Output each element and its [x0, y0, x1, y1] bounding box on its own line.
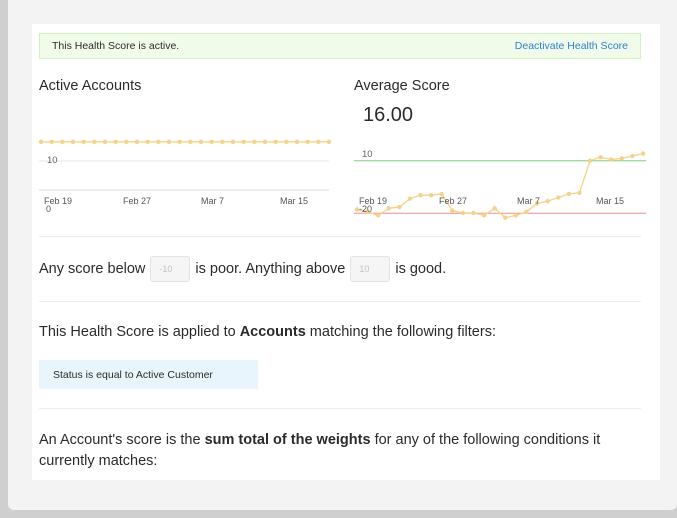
conditions-bold: sum total of the weights: [204, 432, 371, 448]
data-point: [252, 139, 257, 144]
average-score-chart: 10 Feb 19 Feb 27 Mar 7 Mar 15 -20: [354, 149, 646, 220]
divider: [39, 301, 641, 302]
deactivate-button[interactable]: Deactivate Health Score: [515, 40, 628, 52]
filters-intro-pre: This Health Score is applied to: [39, 324, 236, 340]
filter-item-label: Status is equal to Active Customer: [53, 368, 213, 381]
average-score-title: Average Score: [354, 78, 450, 94]
x-tick-label: Feb 27: [439, 196, 467, 206]
active-notice: This Health Score is active. Deactivate …: [39, 33, 641, 59]
data-point: [177, 139, 182, 144]
data-point: [587, 158, 593, 163]
data-point: [81, 139, 86, 144]
ref-line-label: 10: [362, 149, 373, 160]
data-point: [375, 213, 381, 218]
threshold-sentence: Any score below -10 is poor. Anything ab…: [39, 256, 446, 282]
x-tick-label: Mar 7: [517, 196, 540, 206]
data-point: [428, 192, 434, 198]
data-point: [386, 206, 391, 211]
data-point: [241, 139, 246, 144]
divider: [39, 236, 641, 237]
data-point: [481, 213, 487, 218]
data-point: [220, 139, 225, 144]
data-point: [60, 139, 65, 144]
threshold-prefix: Any score below: [39, 261, 146, 277]
divider: [39, 408, 641, 409]
data-point: [640, 151, 646, 156]
data-point: [38, 139, 44, 144]
data-point: [316, 139, 321, 144]
data-point: [503, 215, 508, 220]
data-point: [134, 139, 140, 144]
data-point: [407, 196, 413, 201]
data-point: [70, 139, 76, 144]
active-accounts-title: Active Accounts: [39, 78, 142, 94]
data-point: [492, 206, 497, 211]
data-point: [545, 198, 550, 204]
ref-line-label: 10: [47, 155, 58, 166]
filters-entity: Accounts: [239, 324, 306, 340]
x-tick-label: Mar 15: [280, 196, 308, 206]
data-point: [156, 139, 161, 144]
poor-threshold-input[interactable]: -10: [150, 256, 191, 282]
y-floor-label: 0: [46, 204, 51, 214]
notice-message: This Health Score is active.: [52, 40, 180, 52]
data-point: [577, 190, 582, 196]
data-point: [630, 153, 635, 159]
conditions-intro: An Account's score is the sum total of t…: [39, 430, 649, 472]
x-tick-label: Feb 27: [123, 196, 151, 206]
data-point: [326, 139, 332, 144]
data-point: [471, 210, 476, 216]
data-point: [209, 139, 214, 144]
filter-item[interactable]: Status is equal to Active Customer: [39, 360, 258, 389]
data-point: [524, 209, 529, 215]
data-point: [513, 213, 519, 218]
data-point: [145, 139, 150, 144]
data-point: [166, 139, 172, 144]
data-point: [124, 139, 129, 144]
conditions-pre: An Account's score is the: [39, 432, 201, 448]
data-point: [450, 208, 455, 213]
data-point: [598, 154, 603, 160]
data-point: [566, 191, 572, 197]
data-point: [619, 156, 625, 161]
threshold-suffix: is good.: [395, 261, 447, 277]
data-point: [102, 139, 108, 144]
data-point: [305, 139, 310, 144]
data-point: [284, 139, 289, 144]
x-tick-label: Mar 7: [201, 196, 224, 206]
data-point: [188, 139, 193, 144]
data-point: [262, 139, 268, 144]
data-point: [113, 139, 118, 144]
active-accounts-chart: 10 Feb 19 Feb 27 Mar 7 Mar 15 0: [38, 139, 332, 214]
data-point: [49, 139, 54, 144]
data-point: [609, 157, 614, 162]
page-container: This Health Score is active. Deactivate …: [8, 0, 677, 510]
data-point: [397, 204, 402, 210]
data-point: [294, 139, 300, 144]
threshold-middle: is poor. Anything above: [195, 261, 346, 277]
data-point: [273, 139, 278, 144]
data-point: [556, 195, 561, 200]
data-point: [198, 139, 204, 144]
filters-intro: This Health Score is applied to Accounts…: [39, 324, 496, 340]
data-point: [92, 139, 97, 144]
health-score-card: This Health Score is active. Deactivate …: [32, 24, 660, 480]
data-point: [230, 139, 236, 144]
x-tick-label: Mar 15: [596, 196, 624, 206]
data-point: [460, 210, 466, 216]
filters-intro-post: matching the following filters:: [309, 324, 496, 340]
y-floor-label: -20: [359, 204, 372, 214]
good-threshold-input[interactable]: 10: [350, 256, 391, 282]
data-point: [418, 192, 423, 198]
